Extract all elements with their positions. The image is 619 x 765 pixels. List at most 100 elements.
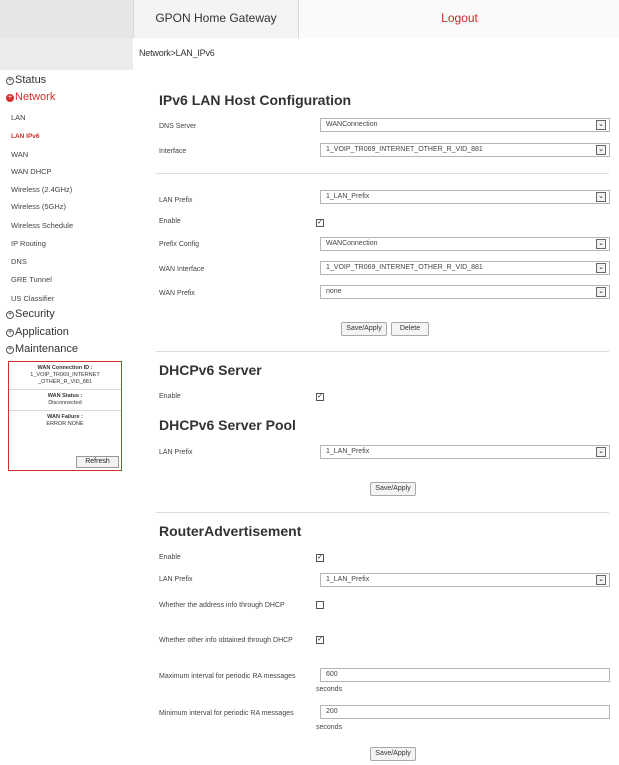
sidebar-item-us-classifier[interactable]: US Classifier bbox=[11, 294, 54, 303]
max-interval-label: Maximum interval for periodic RA message… bbox=[159, 673, 296, 680]
address-dhcp-label: Whether the address info through DHCP bbox=[159, 602, 285, 609]
ra-lan-prefix-label: LAN Prefix bbox=[159, 576, 193, 583]
dhcpv6-enable-checkbox[interactable]: ✓ bbox=[316, 393, 324, 401]
interface-select[interactable]: 1_VOIP_TR069_INTERNET_OTHER_R_VID_881 ⌄ bbox=[320, 143, 610, 157]
sidebar: + Status + Network LAN LAN IPv6 WAN WAN DH… bbox=[0, 38, 133, 765]
dhcpv6-title: DHCPv6 Server bbox=[159, 362, 262, 378]
dhcpv6-enable-label: Enable bbox=[159, 393, 181, 400]
save-apply-button[interactable]: Save/Apply bbox=[341, 322, 387, 336]
dropdown-icon: ⌄ bbox=[596, 263, 606, 273]
dropdown-icon: ⌄ bbox=[596, 192, 606, 202]
pool-lan-prefix-select[interactable]: 1_LAN_Prefix ⌄ bbox=[320, 445, 610, 459]
address-dhcp-checkbox[interactable] bbox=[316, 601, 324, 609]
sidebar-item-wan[interactable]: WAN bbox=[11, 150, 28, 159]
menu-network-label: Network bbox=[15, 91, 56, 103]
sidebar-item-lan-ipv6[interactable]: LAN IPv6 bbox=[11, 133, 40, 140]
divider bbox=[156, 173, 609, 174]
sidebar-item-wan-dhcp[interactable]: WAN DHCP bbox=[11, 167, 52, 176]
dns-server-label: DNS Server bbox=[159, 123, 197, 130]
prefix-config-select[interactable]: WANConnection ⌄ bbox=[320, 237, 610, 251]
max-interval-input[interactable]: 600 bbox=[320, 668, 610, 682]
wan-connection-row: WAN Connection ID : 1_VOIP_TR069_INTERNE… bbox=[9, 362, 121, 390]
dropdown-icon: ⌄ bbox=[596, 120, 606, 130]
menu-status[interactable]: + Status bbox=[6, 74, 46, 86]
menu-status-label: Status bbox=[15, 74, 47, 86]
wan-status-value: Disconnected bbox=[48, 400, 82, 406]
expand-minus-icon: + bbox=[6, 94, 14, 102]
pool-lan-prefix-value: 1_LAN_Prefix bbox=[326, 448, 370, 455]
ra-lan-prefix-select[interactable]: 1_LAN_Prefix ⌄ bbox=[320, 573, 610, 587]
delete-button[interactable]: Delete bbox=[391, 322, 429, 336]
sidebar-header-blank bbox=[0, 38, 133, 70]
top-left-blank bbox=[0, 0, 133, 38]
min-interval-unit: seconds bbox=[316, 724, 343, 731]
ra-lan-prefix-value: 1_LAN_Prefix bbox=[326, 576, 370, 583]
prefix-config-label: Prefix Config bbox=[159, 241, 200, 248]
sidebar-item-gre-tunnel[interactable]: GRE Tunnel bbox=[11, 275, 52, 284]
interface-value: 1_VOIP_TR069_INTERNET_OTHER_R_VID_881 bbox=[326, 146, 483, 153]
sidebar-item-dns[interactable]: DNS bbox=[11, 257, 27, 266]
dropdown-icon: ⌄ bbox=[596, 447, 606, 457]
wan-failure-row: WAN Failure : ERROR NONE bbox=[9, 411, 121, 431]
wan-interface-value: 1_VOIP_TR069_INTERNET_OTHER_R_VID_881 bbox=[326, 264, 483, 271]
menu-security[interactable]: + Security bbox=[6, 308, 55, 320]
enable-checkbox[interactable]: ✓ bbox=[316, 219, 324, 227]
prefix-config-value: WANConnection bbox=[326, 240, 378, 247]
sidebar-item-wireless-schedule[interactable]: Wireless Schedule bbox=[11, 221, 73, 230]
lan-prefix-value: 1_LAN_Prefix bbox=[326, 193, 370, 200]
router-adv-title: RouterAdvertisement bbox=[159, 523, 302, 539]
expand-plus-icon: + bbox=[6, 346, 14, 354]
expand-plus-icon: + bbox=[6, 77, 14, 85]
wan-interface-label: WAN Interface bbox=[159, 266, 205, 273]
sidebar-item-lan[interactable]: LAN bbox=[11, 113, 26, 122]
wan-connection-value: 1_VOIP_TR069_INTERNET _OTHER_R_VID_881 bbox=[30, 372, 100, 385]
divider bbox=[156, 512, 609, 513]
menu-maintenance-label: Maintenance bbox=[15, 343, 78, 355]
dns-server-value: WANConnection bbox=[326, 121, 378, 128]
ra-enable-checkbox[interactable]: ✓ bbox=[316, 554, 324, 562]
menu-maintenance[interactable]: + Maintenance bbox=[6, 343, 78, 355]
menu-security-label: Security bbox=[15, 308, 55, 320]
wan-prefix-select[interactable]: none ⌄ bbox=[320, 285, 610, 299]
menu-application[interactable]: + Application bbox=[6, 326, 69, 338]
wan-failure-value: ERROR NONE bbox=[46, 421, 84, 427]
wan-failure-label: WAN Failure : bbox=[47, 414, 83, 420]
logout-link[interactable]: Logout bbox=[300, 0, 619, 38]
ra-save-apply-button[interactable]: Save/Apply bbox=[370, 747, 416, 761]
other-dhcp-checkbox[interactable]: ✓ bbox=[316, 636, 324, 644]
max-interval-unit: seconds bbox=[316, 686, 343, 693]
enable-label: Enable bbox=[159, 218, 181, 225]
wan-status-label: WAN Status : bbox=[47, 393, 83, 399]
wan-status-row: WAN Status : Disconnected bbox=[9, 390, 121, 411]
dropdown-icon: ⌄ bbox=[596, 575, 606, 585]
sidebar-item-wireless-24[interactable]: Wireless (2.4GHz) bbox=[11, 185, 72, 194]
dhcpv6-pool-title: DHCPv6 Server Pool bbox=[159, 417, 296, 433]
dropdown-icon: ⌄ bbox=[596, 239, 606, 249]
dropdown-icon: ⌄ bbox=[596, 287, 606, 297]
lan-prefix-label: LAN Prefix bbox=[159, 197, 193, 204]
sidebar-item-wireless-5[interactable]: Wireless (5GHz) bbox=[11, 202, 66, 211]
dhcpv6-save-apply-button[interactable]: Save/Apply bbox=[370, 482, 416, 496]
refresh-button[interactable]: Refresh bbox=[76, 456, 119, 468]
sidebar-item-ip-routing[interactable]: IP Routing bbox=[11, 239, 46, 248]
interface-label: Interface bbox=[159, 148, 187, 155]
ipv6-lan-title: IPv6 LAN Host Configuration bbox=[159, 92, 352, 108]
expand-plus-icon: + bbox=[6, 311, 14, 319]
wan-status-panel: WAN Connection ID : 1_VOIP_TR069_INTERNE… bbox=[8, 361, 122, 471]
breadcrumb: Network>LAN_IPv6 bbox=[139, 48, 215, 58]
menu-network[interactable]: + Network bbox=[6, 91, 55, 103]
home-gateway-tab[interactable]: GPON Home Gateway bbox=[133, 0, 299, 38]
menu-application-label: Application bbox=[15, 326, 69, 338]
ra-enable-label: Enable bbox=[159, 554, 181, 561]
expand-plus-icon: + bbox=[6, 329, 14, 337]
other-dhcp-label: Whether other info obtained through DHCP bbox=[159, 637, 293, 644]
dropdown-icon: ⌄ bbox=[596, 145, 606, 155]
wan-prefix-label: WAN Prefix bbox=[159, 290, 195, 297]
pool-lan-prefix-label: LAN Prefix bbox=[159, 449, 193, 456]
dns-server-select[interactable]: WANConnection ⌄ bbox=[320, 118, 610, 132]
lan-prefix-select[interactable]: 1_LAN_Prefix ⌄ bbox=[320, 190, 610, 204]
wan-interface-select[interactable]: 1_VOIP_TR069_INTERNET_OTHER_R_VID_881 ⌄ bbox=[320, 261, 610, 275]
divider bbox=[156, 351, 609, 352]
wan-connection-label: WAN Connection ID : bbox=[37, 365, 93, 371]
min-interval-input[interactable]: 200 bbox=[320, 705, 610, 719]
